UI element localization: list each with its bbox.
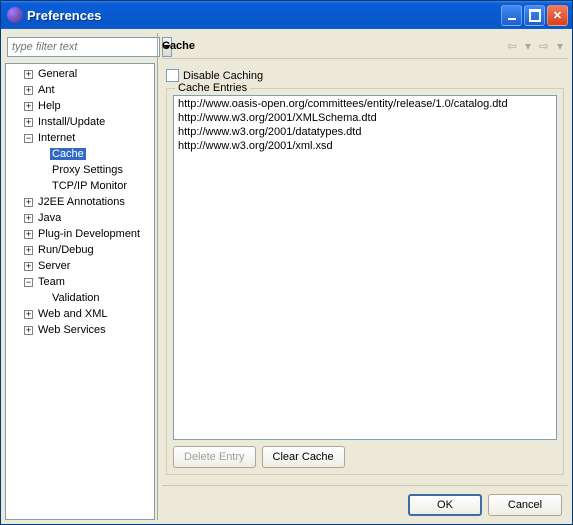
tree-item[interactable]: +Install/Update — [6, 114, 154, 130]
tree-item-label: J2EE Annotations — [36, 196, 127, 208]
expander-spacer — [38, 182, 47, 191]
nav-back-icon[interactable]: ⇦ — [504, 38, 520, 54]
nav-dd2-icon[interactable]: ▾ — [552, 38, 568, 54]
expand-icon[interactable]: + — [24, 102, 33, 111]
cancel-button[interactable]: Cancel — [488, 494, 562, 516]
entry-buttons: Delete Entry Clear Cache — [173, 446, 557, 468]
disable-caching-label: Disable Caching — [183, 70, 263, 82]
tree-item-label: TCP/IP Monitor — [50, 180, 129, 192]
tree-item-label: Internet — [36, 132, 77, 144]
cache-entries-legend: Cache Entries — [175, 82, 250, 94]
tree-item-label: Help — [36, 100, 63, 112]
expand-icon[interactable]: + — [24, 262, 33, 271]
tree-item[interactable]: −Internet — [6, 130, 154, 146]
tree-item-label: Web Services — [36, 324, 108, 336]
tree-item[interactable]: +Help — [6, 98, 154, 114]
tree-item-label: Server — [36, 260, 72, 272]
collapse-icon[interactable]: − — [24, 134, 33, 143]
filter-row — [5, 33, 155, 59]
tree-item[interactable]: Proxy Settings — [6, 162, 154, 178]
cache-entry[interactable]: http://www.oasis-open.org/committees/ent… — [178, 98, 552, 112]
filter-input[interactable] — [7, 37, 160, 57]
tree-item[interactable]: +Ant — [6, 82, 154, 98]
clear-cache-button[interactable]: Clear Cache — [262, 446, 345, 468]
cache-entries-listbox[interactable]: http://www.oasis-open.org/committees/ent… — [173, 95, 557, 440]
nav-forward-icon[interactable]: ⇨ — [536, 38, 552, 54]
expand-icon[interactable]: + — [24, 70, 33, 79]
ok-button[interactable]: OK — [408, 494, 482, 516]
tree-item[interactable]: Cache — [6, 146, 154, 162]
cache-entry[interactable]: http://www.w3.org/2001/xml.xsd — [178, 140, 552, 154]
expand-icon[interactable]: + — [24, 246, 33, 255]
page-title: Cache — [162, 40, 504, 52]
preferences-tree[interactable]: +General+Ant+Help+Install/Update−Interne… — [5, 63, 155, 520]
expander-spacer — [38, 166, 47, 175]
left-pane: +General+Ant+Help+Install/Update−Interne… — [5, 33, 155, 520]
titlebar: Preferences — [1, 1, 572, 29]
tree-item-label: Validation — [50, 292, 102, 304]
expand-icon[interactable]: + — [24, 310, 33, 319]
tree-item[interactable]: Validation — [6, 290, 154, 306]
tree-item[interactable]: −Team — [6, 274, 154, 290]
disable-caching-checkbox[interactable] — [166, 69, 179, 82]
tree-item[interactable]: +Web and XML — [6, 306, 154, 322]
collapse-icon[interactable]: − — [24, 278, 33, 287]
tree-item[interactable]: +General — [6, 66, 154, 82]
dialog-footer: OK Cancel — [162, 485, 568, 520]
expand-icon[interactable]: + — [24, 214, 33, 223]
tree-item-label: Plug-in Development — [36, 228, 142, 240]
minimize-button[interactable] — [501, 5, 522, 26]
expander-spacer — [38, 294, 47, 303]
tree-item-label: Java — [36, 212, 63, 224]
expand-icon[interactable]: + — [24, 118, 33, 127]
tree-item[interactable]: +Run/Debug — [6, 242, 154, 258]
tree-item-label: Cache — [50, 148, 86, 160]
right-pane: Cache ⇦ ▾ ⇨ ▾ Disable Caching Cache Entr… — [157, 33, 568, 520]
expand-icon[interactable]: + — [24, 198, 33, 207]
tree-item-label: Team — [36, 276, 67, 288]
expander-spacer — [38, 150, 47, 159]
nav-dd-icon[interactable]: ▾ — [520, 38, 536, 54]
tree-item[interactable]: +Plug-in Development — [6, 226, 154, 242]
delete-entry-button[interactable]: Delete Entry — [173, 446, 256, 468]
app-icon — [7, 7, 23, 23]
cache-entries-fieldset: Cache Entries http://www.oasis-open.org/… — [166, 88, 564, 475]
window-title: Preferences — [27, 8, 501, 23]
window-buttons — [501, 5, 568, 26]
tree-item[interactable]: +Server — [6, 258, 154, 274]
tree-item[interactable]: +J2EE Annotations — [6, 194, 154, 210]
tree-item-label: General — [36, 68, 79, 80]
content: +General+Ant+Help+Install/Update−Interne… — [1, 29, 572, 524]
tree-item[interactable]: +Java — [6, 210, 154, 226]
tree-item[interactable]: TCP/IP Monitor — [6, 178, 154, 194]
tree-item-label: Run/Debug — [36, 244, 96, 256]
expand-icon[interactable]: + — [24, 230, 33, 239]
tree-item-label: Install/Update — [36, 116, 107, 128]
cache-entry[interactable]: http://www.w3.org/2001/XMLSchema.dtd — [178, 112, 552, 126]
close-button[interactable] — [547, 5, 568, 26]
tree-item-label: Web and XML — [36, 308, 110, 320]
maximize-button[interactable] — [524, 5, 545, 26]
tree-item[interactable]: +Web Services — [6, 322, 154, 338]
cache-entry[interactable]: http://www.w3.org/2001/datatypes.dtd — [178, 126, 552, 140]
expand-icon[interactable]: + — [24, 86, 33, 95]
tree-item-label: Proxy Settings — [50, 164, 125, 176]
expand-icon[interactable]: + — [24, 326, 33, 335]
tree-item-label: Ant — [36, 84, 57, 96]
page-header: Cache ⇦ ▾ ⇨ ▾ — [162, 33, 568, 59]
